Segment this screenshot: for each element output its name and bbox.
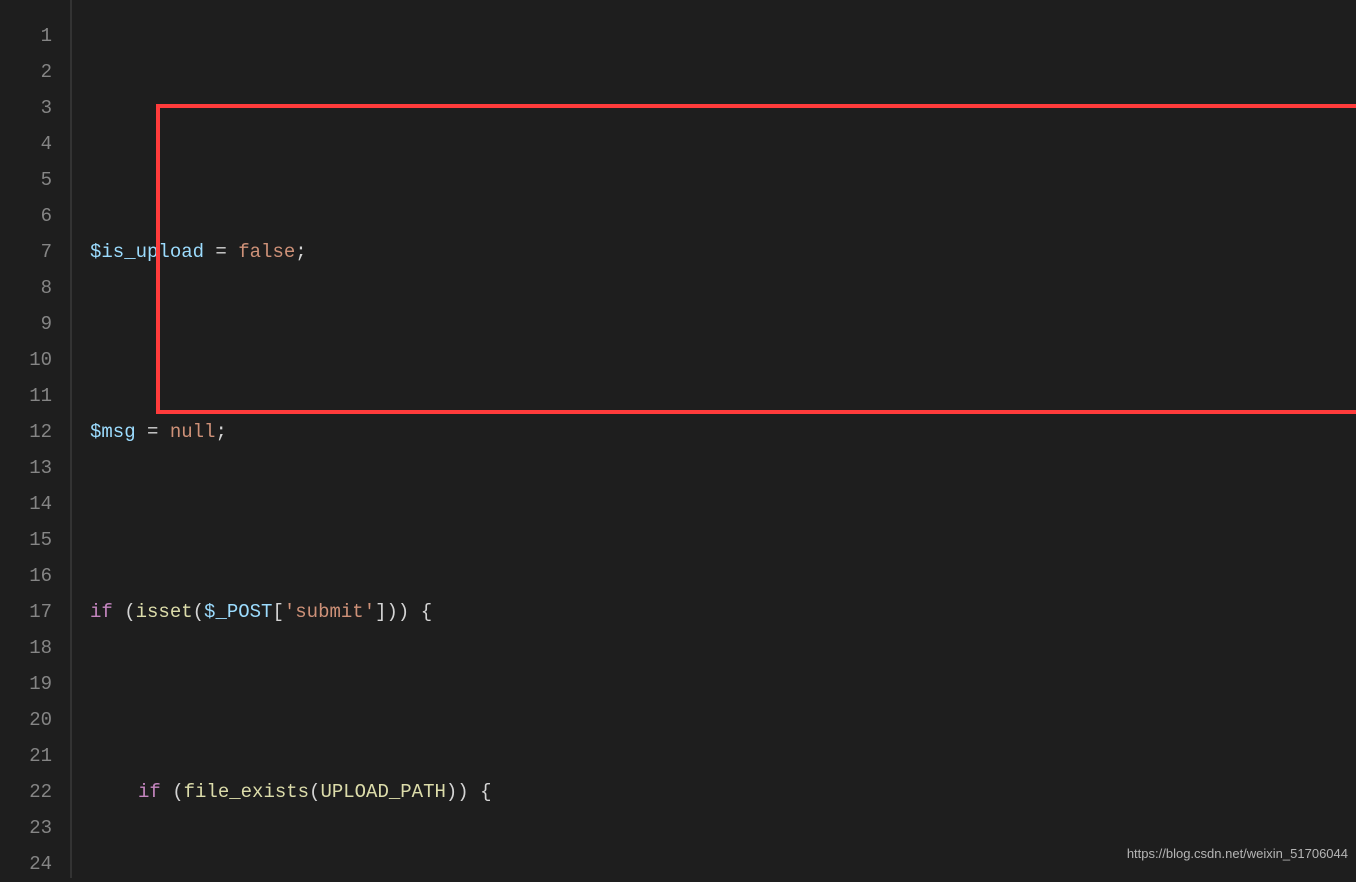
tok-op: = [204,241,238,263]
line-number: 5 [0,162,52,198]
tok-punct: { [469,781,492,803]
tok-null: null [170,421,216,443]
tok-var: $msg [90,421,136,443]
tok-punct: ( [309,781,320,803]
code-editor[interactable]: 1 2 3 4 5 6 7 8 9 10 11 12 13 14 15 16 1… [0,0,1356,878]
line-number: 22 [0,774,52,810]
code-line: if (file_exists(UPLOAD_PATH)) { [90,774,1356,810]
line-number: 2 [0,54,52,90]
line-number: 6 [0,198,52,234]
tok-punct: ) [446,781,457,803]
tok-fn: isset [136,601,193,623]
line-number: 11 [0,378,52,414]
tok-punct: ) [387,601,398,623]
tok-punct: ) [457,781,468,803]
line-number: 3 [0,90,52,126]
code-line: if (isset($_POST['submit'])) { [90,594,1356,630]
line-number: 9 [0,306,52,342]
tok-const: UPLOAD_PATH [320,781,445,803]
tok-str: 'submit' [284,601,375,623]
line-number-gutter: 1 2 3 4 5 6 7 8 9 10 11 12 13 14 15 16 1… [0,0,70,878]
tok-punct: { [409,601,432,623]
tok-punct: ( [193,601,204,623]
tok-var: $is_upload [90,241,204,263]
line-number: 10 [0,342,52,378]
tok-punct: ] [375,601,386,623]
tok-punct: ) [398,601,409,623]
tok-op: = [136,421,170,443]
line-number: 1 [0,18,52,54]
line-number: 19 [0,666,52,702]
tok-bool: false [238,241,295,263]
line-number: 14 [0,486,52,522]
tok-var: $_POST [204,601,272,623]
tok-punct: ; [215,421,226,443]
tok-punct: [ [272,601,283,623]
line-number: 21 [0,738,52,774]
line-number: 8 [0,270,52,306]
watermark: https://blog.csdn.net/weixin_51706044 [1127,836,1348,872]
line-number: 16 [0,558,52,594]
line-number: 12 [0,414,52,450]
tok-punct: ( [172,781,183,803]
line-number: 13 [0,450,52,486]
code-area[interactable]: $is_upload = false; $msg = null; if (iss… [72,0,1356,878]
line-number: 18 [0,630,52,666]
line-number: 24 [0,846,52,882]
tok-punct: ( [124,601,135,623]
tok-kw: if [90,601,113,623]
tok-punct: ; [295,241,306,263]
code-line: $is_upload = false; [90,234,1356,270]
line-number: 23 [0,810,52,846]
tok-fn: file_exists [184,781,309,803]
line-number: 17 [0,594,52,630]
line-number: 4 [0,126,52,162]
line-number: 20 [0,702,52,738]
code-line: $msg = null; [90,414,1356,450]
line-number: 15 [0,522,52,558]
tok-kw: if [138,781,161,803]
line-number: 7 [0,234,52,270]
